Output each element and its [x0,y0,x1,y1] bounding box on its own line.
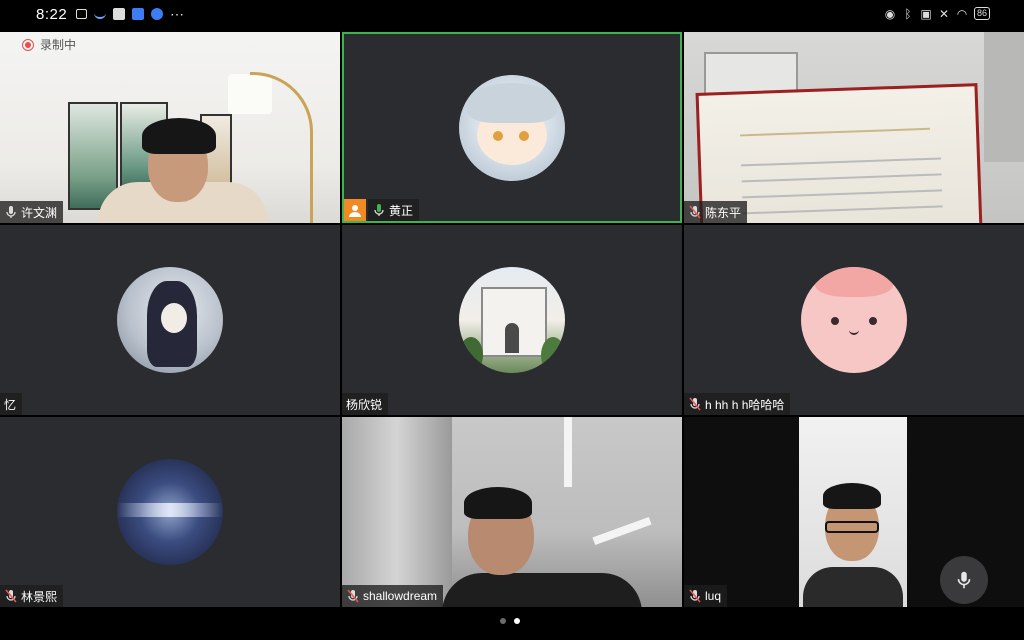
battery-icon: 86 [973,7,990,20]
participant-name: shallowdream [363,589,438,603]
participant-tile-4[interactable]: 忆 [0,225,340,415]
mic-icon [4,205,18,219]
browser-icon [151,8,163,20]
wifi-icon: ◠ [956,6,968,21]
participant-name: 林景熙 [21,589,58,604]
avatar-eye-right [519,131,529,141]
microphone-icon [957,571,971,589]
participant-label: 忆 [0,393,23,415]
avatar-tree [459,337,483,373]
certificate-heading [799,100,860,118]
page-dot-1[interactable] [500,618,506,624]
page-dot-2[interactable] [514,618,520,624]
recording-label: 录制中 [40,38,77,52]
avatar [801,267,907,373]
participant-name: luq [705,589,722,603]
certificate-line [742,189,943,199]
avatar-eye-right [869,317,877,325]
participant-label: h hh h h哈哈哈 [684,393,791,415]
app-notification-icon [94,9,106,19]
participant-name: 陈东平 [705,205,742,220]
avatar-top [815,267,893,297]
tv-icon [76,9,87,19]
ceiling-light [564,417,572,487]
background-curtain [342,417,452,607]
page-indicator[interactable] [500,618,520,624]
participant-label: 黄正 [368,199,420,221]
notification-icons: ⋯ [76,6,184,22]
certificate-line [741,157,942,167]
mic-muted-icon [688,589,702,603]
mic-muted-icon [688,205,702,219]
system-icons: ◉ ᛒ ▣ ✕ ◠ 86 [884,7,990,20]
background-window [984,32,1024,162]
person-torso [803,567,903,607]
certificate-line [742,205,943,215]
participant-label: shallowdream [342,585,444,607]
participant-label: luq [684,585,728,607]
microphone-toggle-button[interactable] [940,556,988,604]
avatar-galaxy-band [117,503,223,517]
avatar [459,75,565,181]
participant-tile-2[interactable]: 黄正 [342,32,682,223]
avatar-eye-left [493,131,503,141]
avatar-mouth [849,327,859,335]
participant-name: 杨欣锐 [346,397,383,412]
avatar [117,459,223,565]
certificate-line [741,173,942,183]
person-hair [142,118,216,154]
avatar-eye-left [831,317,839,325]
avatar [117,267,223,373]
participant-tile-6[interactable]: h hh h h哈哈哈 [684,225,1024,415]
participant-tile-5[interactable]: 杨欣锐 [342,225,682,415]
participant-name: 许文渊 [21,205,58,220]
status-bar: 8:22 ⋯ ◉ ᛒ ▣ ✕ ◠ 86 [0,0,1024,30]
ceiling-light [592,516,652,546]
avatar-doorway [505,323,519,353]
avatar-tree [541,337,565,373]
participant-label: 许文渊 [0,201,64,223]
person-hair [823,483,881,509]
mic-muted-icon [346,589,360,603]
record-dot-icon [22,38,34,51]
recording-indicator[interactable]: 录制中 [22,36,76,53]
eye-icon: ◉ [884,6,896,21]
participant-label: 杨欣锐 [342,393,389,415]
meeting-app-icon [132,8,144,20]
portrait-video [799,417,907,607]
bluetooth-icon: ᛒ [904,6,912,21]
avatar-hair [467,83,557,123]
camera-icon: ▣ [920,6,932,21]
certificate-line [740,127,930,137]
person-hair [464,487,532,519]
participant-name: 黄正 [389,203,414,218]
glasses [825,521,879,533]
participant-tile-8[interactable]: shallowdream [342,417,682,607]
participant-tile-7[interactable]: 林景熙 [0,417,340,607]
participant-tile-1[interactable]: 许文渊 [0,32,340,223]
avatar [459,267,565,373]
clock: 8:22 [36,6,68,23]
mic-speaking-icon [372,203,386,217]
mute-bell-icon: ✕ [938,6,950,21]
mic-muted-icon [4,589,18,603]
mic-muted-icon [688,397,702,411]
message-icon [113,8,125,20]
person-torso [442,573,642,607]
participant-label: 林景熙 [0,585,64,607]
host-badge-icon [344,199,366,221]
participant-tile-3[interactable]: 陈东平 [684,32,1024,223]
participant-name: h hh h h哈哈哈 [705,397,785,412]
participant-name: 忆 [4,397,17,412]
more-notifications-icon: ⋯ [170,6,184,22]
avatar-face [161,303,187,333]
participant-label: 陈东平 [684,201,748,223]
